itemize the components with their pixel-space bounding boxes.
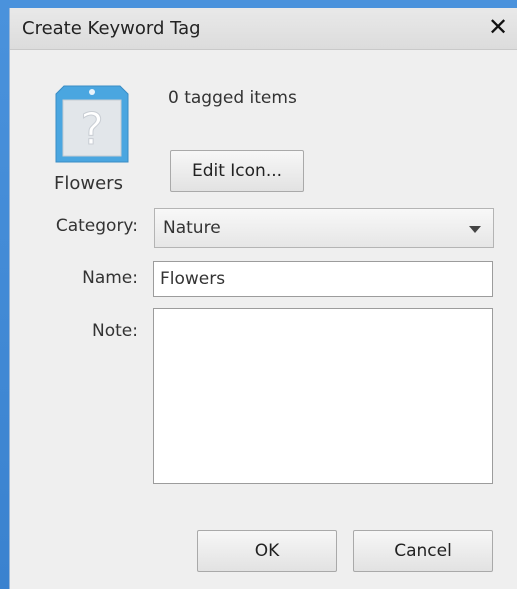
tag-icon-label: Flowers xyxy=(54,173,123,194)
dropdown-arrow-icon[interactable] xyxy=(469,226,481,233)
category-select[interactable]: Nature xyxy=(154,208,494,248)
ok-button[interactable]: OK xyxy=(197,530,337,572)
title-bar[interactable]: Create Keyword Tag ✕ xyxy=(10,8,517,50)
svg-text:?: ? xyxy=(80,104,103,155)
note-label: Note: xyxy=(92,321,138,341)
question-mark-tag-icon: ? xyxy=(55,85,129,163)
cancel-button[interactable]: Cancel xyxy=(353,530,493,572)
create-keyword-tag-dialog: Create Keyword Tag ✕ ? Flowers 0 tagged … xyxy=(9,8,517,589)
dialog-title: Create Keyword Tag xyxy=(22,18,201,39)
name-label: Name: xyxy=(82,268,138,288)
tagged-items-count: 0 tagged items xyxy=(168,88,297,108)
close-icon[interactable]: ✕ xyxy=(484,14,512,42)
edit-icon-button[interactable]: Edit Icon... xyxy=(170,150,304,192)
name-input[interactable] xyxy=(153,261,493,297)
category-selected-value: Nature xyxy=(163,218,221,238)
category-label: Category: xyxy=(55,216,138,236)
note-textarea[interactable] xyxy=(153,308,493,484)
